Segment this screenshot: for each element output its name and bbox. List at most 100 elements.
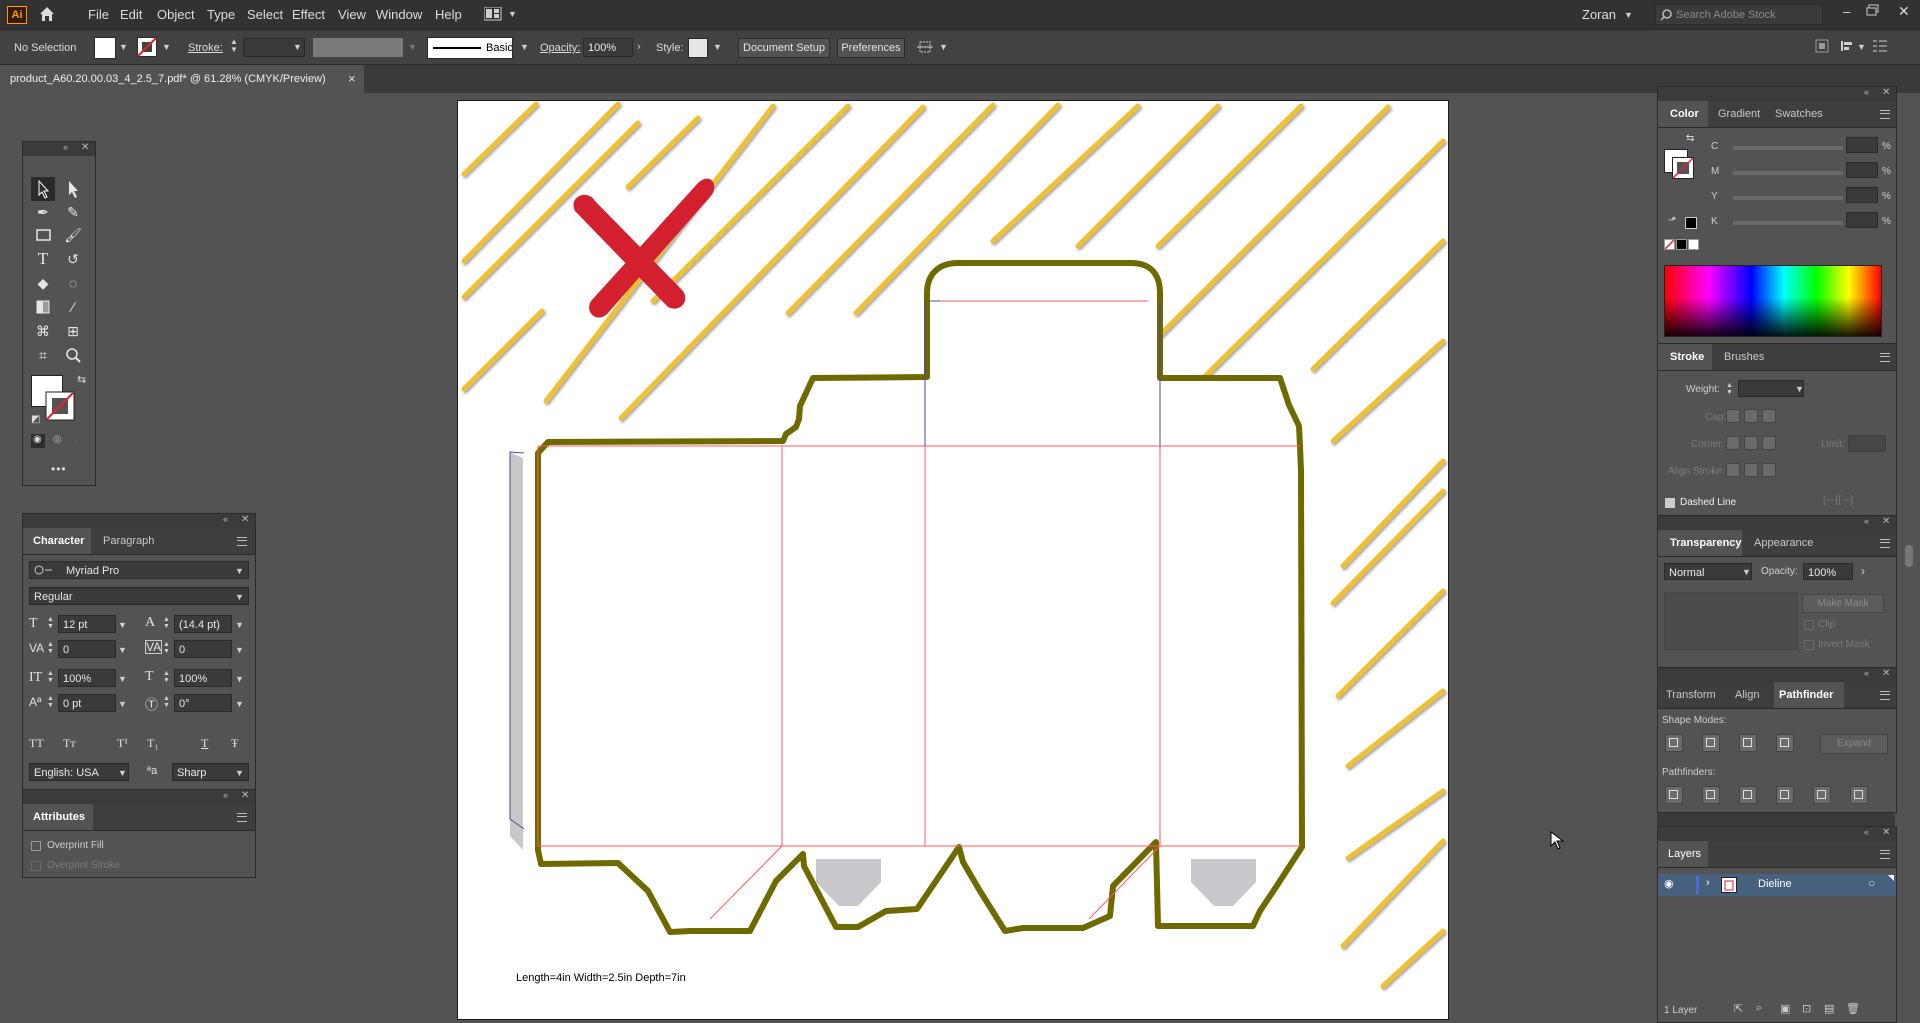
tab-pathfinder[interactable]: Pathfinder [1779, 689, 1833, 701]
variable-width-profile[interactable] [313, 38, 403, 57]
menu-window[interactable]: Window [376, 7, 422, 22]
chevron-down-icon[interactable]: ▼ [235, 592, 244, 602]
collapse-icon[interactable]: « [1864, 827, 1869, 837]
small-caps-button[interactable]: Tт [63, 736, 76, 751]
panel-menu-icon[interactable] [237, 813, 247, 822]
collapse-icon[interactable]: « [1864, 668, 1869, 678]
unite-icon[interactable] [1665, 734, 1683, 752]
stepper-icon[interactable]: ▲ ▼ [230, 38, 238, 54]
tab-character[interactable]: Character [33, 535, 84, 547]
stepper-icon[interactable]: ▲ ▼ [47, 695, 54, 709]
channel-k-slider[interactable] [1733, 221, 1843, 225]
tools-title-bar[interactable]: « ✕ [23, 142, 95, 156]
chevron-down-icon[interactable]: ▼ [118, 699, 127, 709]
draw-normal-icon[interactable]: ◉ [33, 434, 42, 445]
vertical-scale-field[interactable]: 100% [58, 669, 116, 687]
layer-row[interactable]: ◉ › Dieline ○ [1658, 874, 1896, 896]
expand-button[interactable]: Expand [1820, 734, 1888, 754]
tab-color[interactable]: Color [1670, 108, 1699, 120]
panel-menu-icon[interactable] [1880, 850, 1890, 859]
panel-menu-icon[interactable] [1880, 110, 1890, 119]
tracking-field[interactable]: 0 [174, 640, 232, 658]
collect-export-icon[interactable]: ⇱ [1734, 1002, 1743, 1015]
layer-name[interactable]: Dieline [1758, 878, 1792, 890]
close-panel-icon[interactable]: ✕ [241, 514, 249, 525]
artboard-tool-icon[interactable]: ⌗ [32, 344, 54, 366]
new-sublayer-icon[interactable]: ⊡ [1802, 1002, 1811, 1015]
menu-object[interactable]: Object [157, 7, 195, 22]
draw-inside-icon[interactable]: ◌ [73, 434, 79, 445]
draw-behind-icon[interactable]: ◎ [53, 434, 62, 445]
tab-paragraph[interactable]: Paragraph [103, 535, 154, 547]
fill-swatch[interactable] [94, 37, 116, 59]
expand-layer-icon[interactable]: › [1706, 877, 1710, 889]
merge-icon[interactable] [1739, 786, 1757, 804]
rectangle-tool-icon[interactable] [32, 224, 54, 246]
channel-c-slider[interactable] [1733, 146, 1843, 150]
menu-help[interactable]: Help [435, 7, 462, 22]
type-tool-icon[interactable]: T [32, 248, 54, 270]
chevron-down-icon[interactable]: ▼ [235, 768, 244, 778]
panel-menu-icon[interactable] [1880, 353, 1890, 362]
clip-checkbox[interactable] [1804, 620, 1814, 630]
arrange-objects-icon[interactable] [917, 39, 935, 55]
round-cap-icon[interactable] [1744, 409, 1758, 423]
collapse-icon[interactable]: « [1864, 516, 1869, 526]
align-icon[interactable] [1840, 39, 1854, 53]
chevron-down-icon[interactable]: ▼ [293, 42, 302, 52]
minus-back-icon[interactable] [1850, 786, 1868, 804]
stepper-icon[interactable]: ▲ ▼ [163, 641, 170, 655]
delete-layer-icon[interactable]: 🗑 [1846, 1002, 1860, 1015]
stepper-icon[interactable]: ▲ ▼ [163, 616, 170, 630]
tab-swatches[interactable]: Swatches [1775, 108, 1823, 120]
stroke-color-box-icon[interactable] [45, 391, 75, 421]
user-name[interactable]: Zoran [1582, 7, 1616, 22]
minus-front-icon[interactable] [1702, 734, 1720, 752]
blend-tool-icon[interactable]: ⌘ [32, 320, 54, 342]
chevron-down-icon[interactable]: ▼ [235, 566, 244, 576]
panel-menu-icon[interactable] [1873, 40, 1887, 52]
channel-c-field[interactable] [1846, 137, 1878, 153]
stroke-swatch-none-icon[interactable] [137, 37, 157, 57]
collapse-icon[interactable]: « [1864, 87, 1869, 97]
symbol-sprayer-tool-icon[interactable]: ⊞ [62, 320, 84, 342]
bevel-join-icon[interactable] [1762, 436, 1776, 450]
projecting-cap-icon[interactable] [1762, 409, 1776, 423]
tab-layers[interactable]: Layers [1668, 848, 1701, 860]
tab-transparency[interactable]: Transparency [1670, 537, 1742, 549]
chevron-down-icon[interactable]: ▼ [162, 42, 171, 52]
menu-select[interactable]: Select [247, 7, 283, 22]
minimize-icon[interactable]: – [1843, 4, 1850, 19]
font-family-field[interactable]: Myriad Pro [29, 561, 249, 579]
black-swatch[interactable] [1685, 217, 1697, 229]
eraser-tool-icon[interactable]: ◆ [32, 272, 54, 294]
menu-effect[interactable]: Effect [292, 7, 325, 22]
selection-tool-icon[interactable] [32, 178, 54, 200]
intersect-icon[interactable] [1739, 734, 1757, 752]
locate-object-icon[interactable]: ⌕ [1756, 1002, 1762, 1015]
chevron-down-icon[interactable]: ▼ [1742, 567, 1751, 577]
color-spectrum[interactable] [1664, 265, 1882, 337]
stepper-icon[interactable]: ▲ ▼ [47, 670, 54, 684]
subscript-button[interactable]: T₁ [147, 736, 159, 751]
tab-align[interactable]: Align [1735, 689, 1759, 701]
dock-scrollbar[interactable] [1905, 545, 1913, 567]
menu-edit[interactable]: Edit [120, 7, 142, 22]
stepper-icon[interactable]: ▲ ▼ [47, 616, 54, 630]
close-panel-icon[interactable]: ✕ [81, 142, 89, 153]
clipping-mask-icon[interactable]: ▣ [1780, 1002, 1790, 1015]
stepper-icon[interactable]: ▲ ▼ [47, 641, 54, 655]
divide-icon[interactable] [1665, 786, 1683, 804]
menu-file[interactable]: File [88, 7, 109, 22]
language-select[interactable]: English: USA [29, 763, 129, 781]
all-caps-button[interactable]: TT [29, 736, 44, 751]
close-panel-icon[interactable]: ✕ [1882, 827, 1890, 838]
channel-m-field[interactable] [1846, 162, 1878, 178]
outline-icon[interactable] [1813, 786, 1831, 804]
isolate-icon[interactable] [1815, 39, 1829, 53]
chevron-down-icon[interactable]: ▼ [939, 42, 948, 52]
round-join-icon[interactable] [1744, 436, 1758, 450]
chevron-down-icon[interactable]: ▼ [118, 768, 127, 778]
chevron-down-icon[interactable]: ▼ [408, 42, 417, 52]
channel-y-slider[interactable] [1733, 196, 1843, 200]
